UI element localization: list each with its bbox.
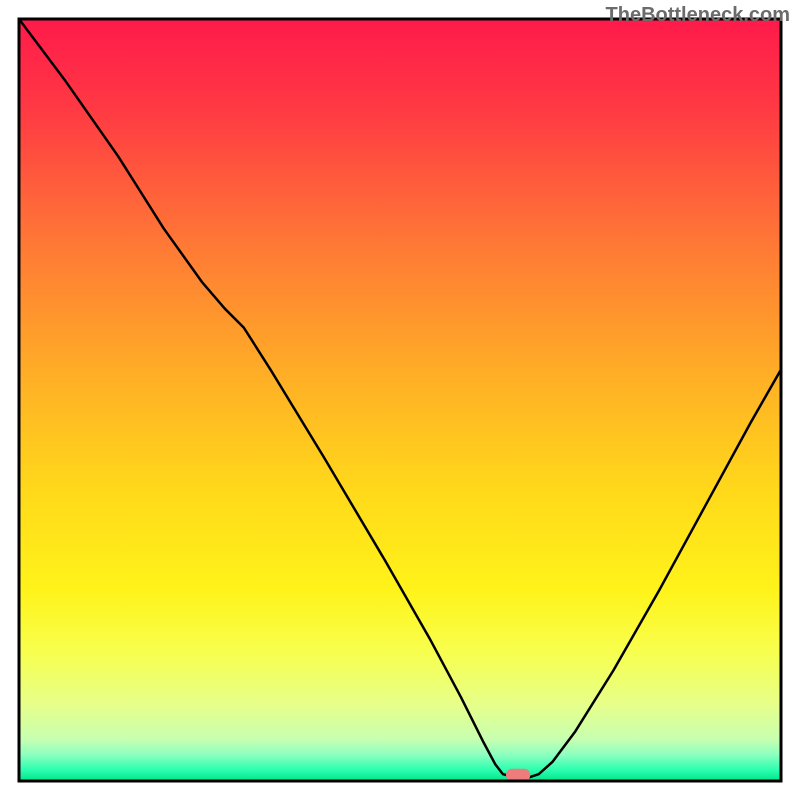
bottleneck-chart bbox=[0, 0, 800, 800]
chart-background bbox=[19, 19, 781, 781]
watermark-text: TheBottleneck.com bbox=[606, 4, 790, 27]
optimal-marker bbox=[506, 769, 530, 781]
